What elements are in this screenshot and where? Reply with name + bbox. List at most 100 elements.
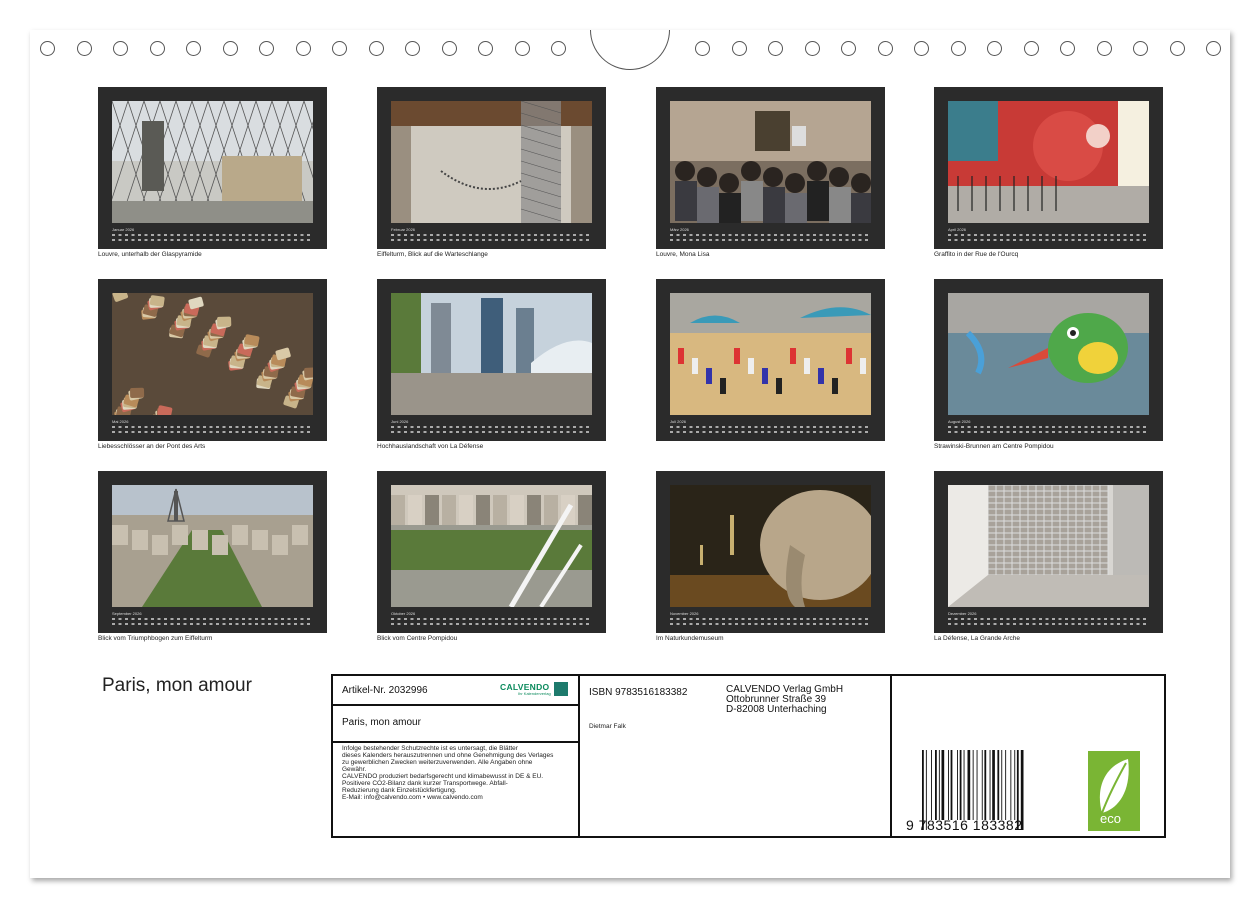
eco-badge: eco bbox=[1088, 751, 1140, 831]
month-frame: November 2026 bbox=[656, 471, 885, 633]
mini-calendar bbox=[948, 426, 1149, 436]
binding-hole bbox=[1170, 41, 1185, 56]
mini-calendar bbox=[391, 426, 592, 436]
legal-line: Positivere CO2-Bilanz dank kurzer Transp… bbox=[342, 780, 508, 787]
month-page-6: Juni 2026 Hochhauslandschaft von La Défe… bbox=[377, 279, 606, 450]
mini-calendar bbox=[112, 426, 313, 436]
binding-hole bbox=[515, 41, 530, 56]
legal-line: Reduzierung dank Einzelstückfertigung. bbox=[342, 787, 457, 794]
binding-hole bbox=[987, 41, 1002, 56]
binding-hole bbox=[551, 41, 566, 56]
barcode-digits: 9 783516 183382 bbox=[906, 817, 1023, 833]
binding-hole bbox=[259, 41, 274, 56]
month-page-11: November 2026 Im Naturkundemuseum bbox=[656, 471, 885, 642]
month-frame: April 2026 bbox=[934, 87, 1163, 249]
legal-line: dieses Kalenders herauszutrennen und ohn… bbox=[342, 752, 554, 759]
month-page-7: Juli 2026 bbox=[656, 279, 885, 443]
photo-caption: Strawinski-Brunnen am Centre Pompidou bbox=[934, 443, 1054, 450]
legal-line: Infolge bestehender Schutzrechte ist es … bbox=[342, 745, 518, 752]
article-number: Artikel-Nr. 2032996 bbox=[342, 685, 428, 696]
binding-hole bbox=[732, 41, 747, 56]
month-label: Februar 2026 bbox=[391, 227, 416, 232]
month-page-8: August 2026 Strawinski-Brunnen am Centre… bbox=[934, 279, 1163, 450]
photo-caption: Graffito in der Rue de l'Ourcq bbox=[934, 251, 1019, 258]
mini-calendar bbox=[391, 234, 592, 244]
month-label: Juli 2026 bbox=[670, 419, 687, 424]
month-label: Juni 2026 bbox=[391, 419, 409, 424]
month-photo bbox=[112, 485, 313, 607]
mini-calendar bbox=[948, 234, 1149, 244]
photo-caption: Eiffelturm, Blick auf die Warteschlange bbox=[377, 251, 488, 258]
month-frame: Juni 2026 bbox=[377, 279, 606, 441]
photo-caption: Liebesschlösser an der Pont des Arts bbox=[98, 443, 206, 450]
month-page-4: April 2026 Graffito in der Rue de l'Ourc… bbox=[934, 87, 1163, 258]
month-photo bbox=[948, 485, 1149, 607]
month-page-1: Januar 2026 Louvre, unterhalb der Glaspy… bbox=[98, 87, 327, 258]
month-label: Mai 2026 bbox=[112, 419, 129, 424]
article-row: Artikel-Nr. 2032996 CALVENDO Ihr Kalende… bbox=[333, 676, 578, 706]
binding-hole bbox=[841, 41, 856, 56]
mini-calendar bbox=[391, 618, 592, 628]
mini-calendar bbox=[670, 234, 871, 244]
binding-hole bbox=[223, 41, 238, 56]
month-frame: September 2026 bbox=[98, 471, 327, 633]
month-page-5: Mai 2026 Liebesschlösser an der Pont des… bbox=[98, 279, 327, 450]
name-row: Paris, mon amour bbox=[333, 706, 578, 743]
binding-hole bbox=[332, 41, 347, 56]
month-frame: Februar 2026 bbox=[377, 87, 606, 249]
month-label: Oktober 2026 bbox=[391, 611, 416, 616]
month-frame: Juli 2026 bbox=[656, 279, 885, 441]
mini-calendar bbox=[112, 618, 313, 628]
month-photo bbox=[391, 485, 592, 607]
binding-hole bbox=[150, 41, 165, 56]
mini-calendar bbox=[112, 234, 313, 244]
photo-caption: Blick vom Triumphbogen zum Eiffelturm bbox=[98, 635, 213, 642]
month-page-12: Dezember 2026 La Défense, La Grande Arch… bbox=[934, 471, 1163, 642]
binding-hole bbox=[405, 41, 420, 56]
author-name: Dietmar Falk bbox=[589, 723, 626, 730]
month-frame: Mai 2026 bbox=[98, 279, 327, 441]
legal-line: CALVENDO produziert bedarfsgerecht und k… bbox=[342, 773, 544, 780]
photo-caption: Im Naturkundemuseum bbox=[656, 635, 724, 642]
eco-label: eco bbox=[1100, 811, 1121, 826]
month-page-2: Februar 2026 Eiffelturm, Blick auf die W… bbox=[377, 87, 606, 258]
photo-caption: Hochhauslandschaft von La Défense bbox=[377, 443, 484, 450]
month-label: August 2026 bbox=[948, 419, 971, 424]
binding-hole bbox=[1206, 41, 1221, 56]
month-label: April 2026 bbox=[948, 227, 967, 232]
month-label: Januar 2026 bbox=[112, 227, 135, 232]
photo-caption: Blick vom Centre Pompidou bbox=[377, 635, 458, 642]
mini-calendar bbox=[670, 426, 871, 436]
photo-caption: Louvre, unterhalb der Glaspyramide bbox=[98, 251, 202, 258]
legal-line: zu gewerblichen Zwecken weiterzuverwende… bbox=[342, 759, 533, 766]
binding-hole bbox=[1097, 41, 1112, 56]
product-info-box: Artikel-Nr. 2032996 CALVENDO Ihr Kalende… bbox=[331, 674, 1166, 838]
binding-hole bbox=[695, 41, 710, 56]
calvendo-logo-subtitle: Ihr Kalenderverlag bbox=[518, 691, 551, 696]
legal-line: E-Mail: info@calvendo.com • www.calvendo… bbox=[342, 794, 483, 801]
binding-hole bbox=[442, 41, 457, 56]
calendar-back-sheet: Januar 2026 Louvre, unterhalb der Glaspy… bbox=[30, 30, 1230, 878]
binding-hole bbox=[296, 41, 311, 56]
publisher-line: D-82008 Unterhaching bbox=[726, 704, 827, 715]
month-label: Dezember 2026 bbox=[948, 611, 977, 616]
month-page-3: März 2026 Louvre, Mona Lisa bbox=[656, 87, 885, 258]
calvendo-logo: CALVENDO Ihr Kalenderverlag bbox=[500, 680, 568, 698]
month-label: März 2026 bbox=[670, 227, 689, 232]
month-photo bbox=[670, 485, 871, 607]
binding-hole bbox=[40, 41, 55, 56]
binding-hole bbox=[1024, 41, 1039, 56]
binding-hole bbox=[914, 41, 929, 56]
isbn: ISBN 9783516183382 bbox=[589, 687, 688, 698]
binding-hole bbox=[1060, 41, 1075, 56]
mini-calendar bbox=[670, 618, 871, 628]
month-frame: August 2026 bbox=[934, 279, 1163, 441]
photo-caption: Louvre, Mona Lisa bbox=[656, 251, 710, 258]
month-photo bbox=[670, 101, 871, 223]
month-frame: März 2026 bbox=[656, 87, 885, 249]
binding-hole bbox=[77, 41, 92, 56]
month-label: September 2026 bbox=[112, 611, 142, 616]
month-photo bbox=[948, 293, 1149, 415]
month-photo bbox=[391, 101, 592, 223]
product-name: Paris, mon amour bbox=[342, 717, 421, 728]
